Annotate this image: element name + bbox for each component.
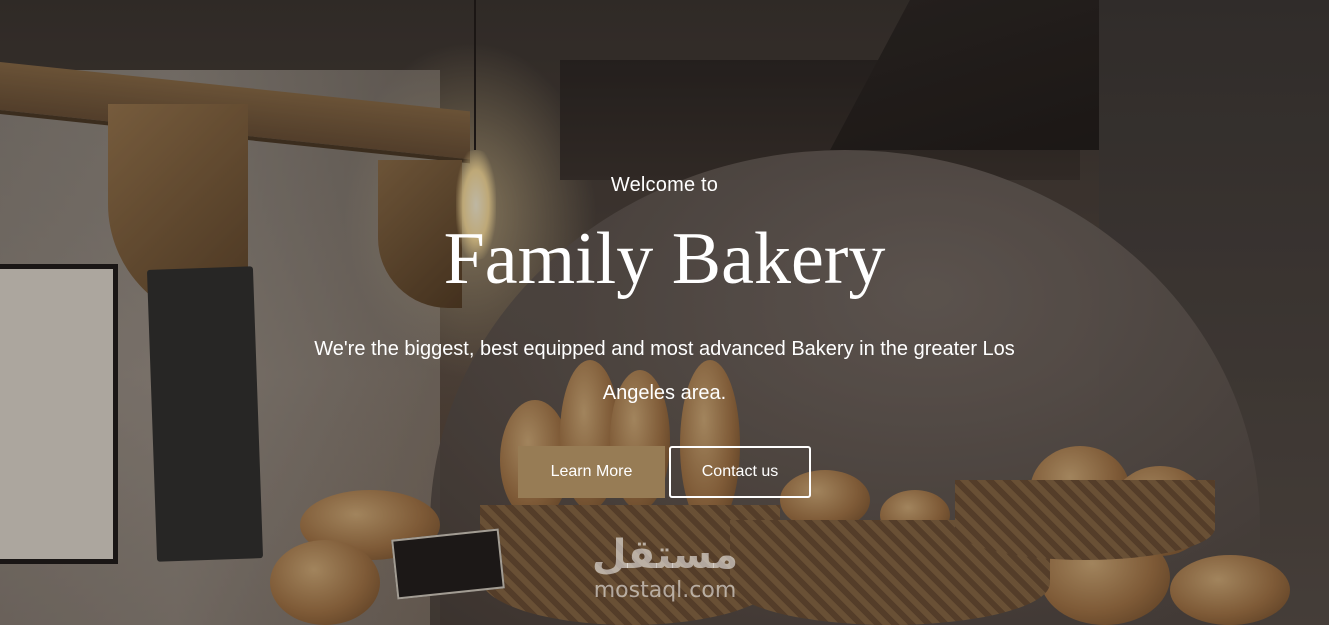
hero-subtitle: We're the biggest, best equipped and mos… (314, 338, 1015, 404)
contact-us-button[interactable]: Contact us (669, 446, 811, 498)
page-title: Family Bakery (443, 218, 886, 300)
learn-more-button[interactable]: Learn More (518, 446, 665, 498)
watermark-arabic-text: مستقل (591, 532, 739, 578)
mostaql-watermark: مستقل mostaql.com (584, 532, 746, 612)
welcome-text: Welcome to (610, 174, 719, 196)
hero-section: Welcome to Family Bakery We're the bigge… (0, 0, 1329, 625)
watermark-latin-text: mostaql.com (593, 578, 737, 603)
